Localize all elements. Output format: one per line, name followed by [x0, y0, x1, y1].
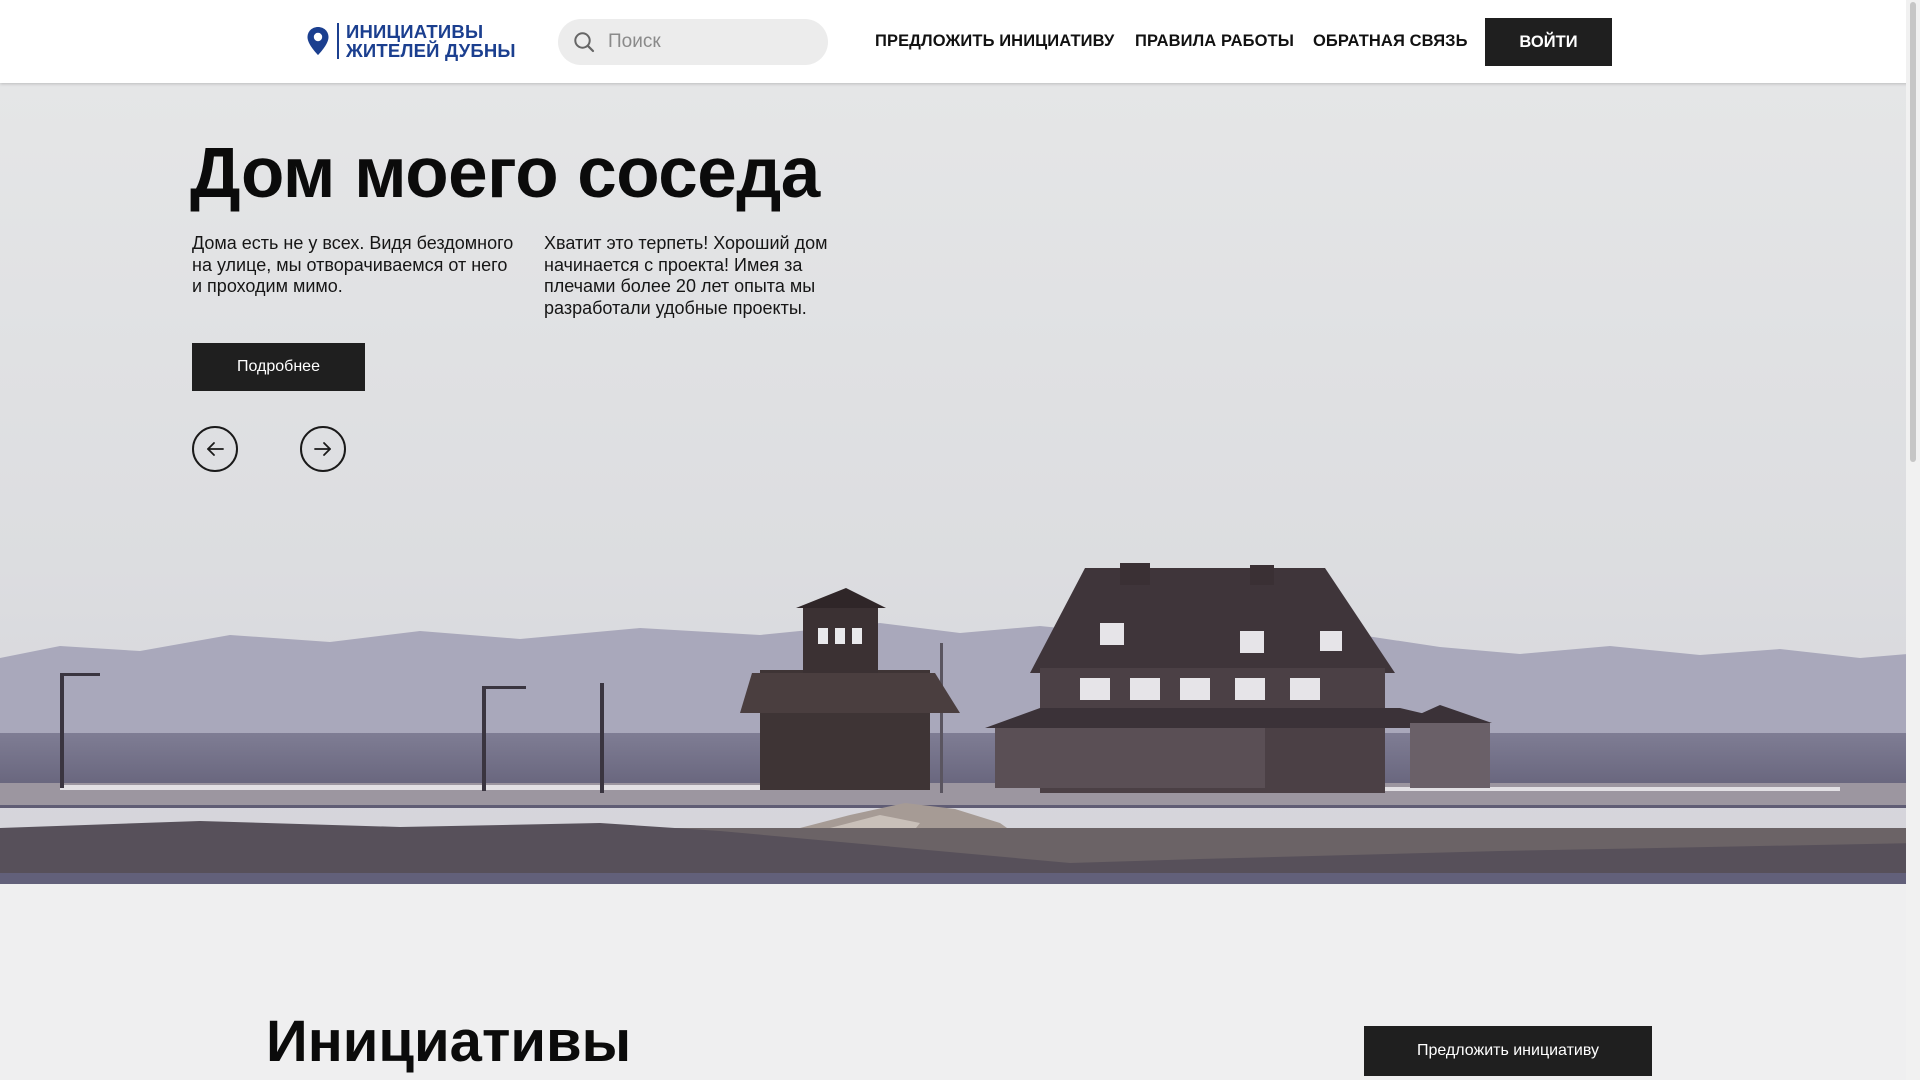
scrollbar-thumb[interactable]	[1910, 2, 1916, 462]
search-icon	[574, 32, 595, 53]
hero-slider: Дом моего соседа Дома есть не у всех. Ви…	[0, 83, 1920, 884]
nav-link-feedback[interactable]: ОБРАТНАЯ СВЯЗЬ	[1313, 32, 1468, 51]
search-input[interactable]	[606, 30, 810, 54]
propose-initiative-button[interactable]: Предложить инициативу	[1364, 1026, 1652, 1076]
hero-text-right: Хватит это терпеть! Хороший дом начинает…	[544, 233, 828, 318]
hero-text-left: Дома есть не у всех. Видя бездомного на …	[192, 233, 514, 296]
logo-line-2: ЖИТЕЛЕЙ ДУБНЫ	[346, 40, 516, 61]
nav-item-feedback: ОБРАТНАЯ СВЯЗЬ	[1313, 0, 1468, 83]
search-box[interactable]	[558, 19, 828, 65]
logo-text: ИНИЦИАТИВЫ ЖИТЕЛЕЙ ДУБНЫ	[346, 22, 516, 60]
logo-line-1: ИНИЦИАТИВЫ	[346, 21, 484, 42]
slider-prev-button[interactable]	[192, 426, 238, 472]
site-logo[interactable]: ИНИЦИАТИВЫ ЖИТЕЛЕЙ ДУБНЫ	[306, 22, 516, 60]
slider-next-button[interactable]	[300, 426, 346, 472]
arrow-right-icon	[314, 442, 331, 456]
nav-item-propose: ПРЕДЛОЖИТЬ ИНИЦИАТИВУ	[875, 0, 1114, 83]
nav-link-propose[interactable]: ПРЕДЛОЖИТЬ ИНИЦИАТИВУ	[875, 32, 1114, 51]
nav-item-rules: ПРАВИЛА РАБОТЫ	[1135, 0, 1294, 83]
page-scrollbar[interactable]	[1906, 0, 1920, 1080]
nav-link-rules[interactable]: ПРАВИЛА РАБОТЫ	[1135, 32, 1294, 51]
hero-title: Дом моего соседа	[190, 134, 820, 213]
login-button[interactable]: ВОЙТИ	[1485, 18, 1612, 66]
site-header: ИНИЦИАТИВЫ ЖИТЕЛЕЙ ДУБНЫ ПРЕДЛОЖИТЬ ИНИЦ…	[0, 0, 1920, 83]
map-pin-icon	[307, 27, 329, 55]
arrow-left-icon	[207, 442, 224, 456]
initiatives-title: Инициативы	[266, 1009, 632, 1074]
more-button[interactable]: Подробнее	[192, 343, 365, 391]
logo-divider	[337, 23, 339, 59]
